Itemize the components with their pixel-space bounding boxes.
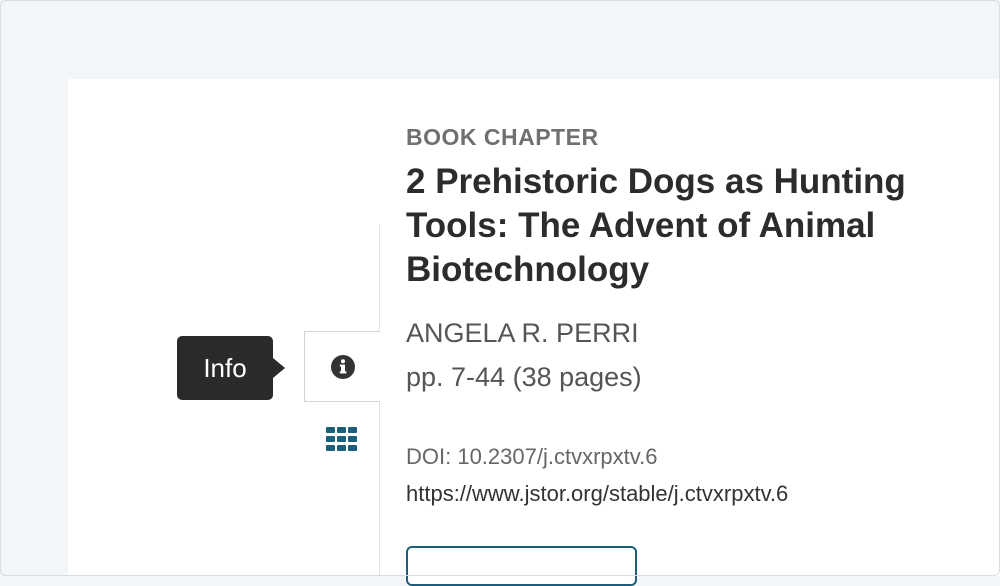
tab-info[interactable]	[304, 331, 380, 402]
chapter-action-button[interactable]	[406, 546, 637, 586]
info-tooltip-label: Info	[203, 352, 247, 383]
info-tooltip: Info	[177, 336, 285, 400]
doi-text: DOI: 10.2307/j.ctvxrpxtv.6	[406, 444, 658, 469]
chapter-title: 2 Prehistoric Dogs as Hunting Tools: The…	[406, 162, 906, 289]
info-circle-icon	[330, 354, 355, 379]
author-name[interactable]: ANGELA R. PERRI	[406, 318, 639, 349]
sidebar-divider	[379, 225, 380, 331]
page-range: pp. 7-44 (38 pages)	[406, 362, 642, 392]
tab-grid[interactable]	[304, 404, 380, 474]
stable-url[interactable]: https://www.jstor.org/stable/j.ctvxrpxtv…	[406, 481, 788, 507]
grid-icon	[326, 427, 357, 451]
content-type-label: BOOK CHAPTER	[406, 124, 599, 150]
